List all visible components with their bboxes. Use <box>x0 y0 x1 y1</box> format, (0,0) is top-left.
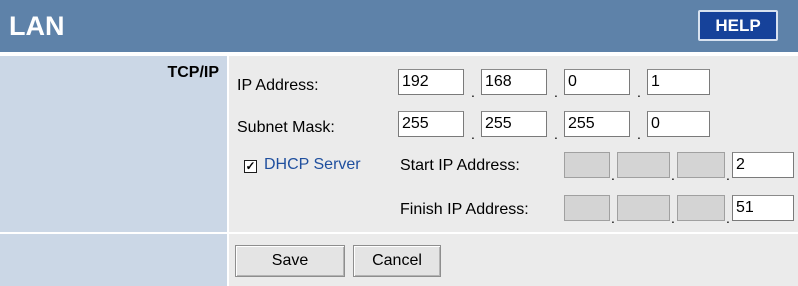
subnet-mask-octet-1[interactable]: 255 <box>398 111 464 137</box>
subnet-mask-label: Subnet Mask: <box>237 119 335 136</box>
page-title: LAN <box>9 11 65 41</box>
octet-separator: . <box>726 167 730 183</box>
subnet-mask-octet-4[interactable]: 0 <box>647 111 710 137</box>
finish-ip-octet-1[interactable] <box>564 195 610 221</box>
page-header: LAN HELP <box>0 0 798 54</box>
octet-separator: . <box>726 210 730 226</box>
finish-ip-label: Finish IP Address: <box>400 201 529 218</box>
start-ip-octet-3[interactable] <box>677 152 725 178</box>
section-label: TCP/IP <box>167 64 219 81</box>
ip-address-octet-1[interactable]: 192 <box>398 69 464 95</box>
ip-address-octet-2[interactable]: 168 <box>481 69 547 95</box>
octet-separator: . <box>637 126 641 142</box>
dhcp-server-checkbox[interactable]: ✓ <box>244 160 257 173</box>
dhcp-server-label: DHCP Server <box>264 156 361 173</box>
start-ip-octet-1[interactable] <box>564 152 610 178</box>
ip-address-octet-3[interactable]: 0 <box>564 69 630 95</box>
finish-ip-octet-3[interactable] <box>677 195 725 221</box>
octet-separator: . <box>611 167 615 183</box>
octet-separator: . <box>637 84 641 100</box>
buttons-label-cell <box>0 234 227 286</box>
ip-address-label: IP Address: <box>237 77 319 94</box>
section-label-cell <box>0 56 227 232</box>
start-ip-octet-2[interactable] <box>617 152 670 178</box>
save-button[interactable]: Save <box>235 245 345 277</box>
ip-address-octet-4[interactable]: 1 <box>647 69 710 95</box>
octet-separator: . <box>471 126 475 142</box>
octet-separator: . <box>611 210 615 226</box>
start-ip-label: Start IP Address: <box>400 157 520 174</box>
subnet-mask-octet-2[interactable]: 255 <box>481 111 547 137</box>
start-ip-octet-4[interactable]: 2 <box>732 152 794 178</box>
help-button[interactable]: HELP <box>698 10 778 41</box>
cancel-button[interactable]: Cancel <box>353 245 441 277</box>
octet-separator: . <box>554 84 558 100</box>
finish-ip-octet-4[interactable]: 51 <box>732 195 794 221</box>
octet-separator: . <box>671 167 675 183</box>
octet-separator: . <box>471 84 475 100</box>
octet-separator: . <box>671 210 675 226</box>
finish-ip-octet-2[interactable] <box>617 195 670 221</box>
octet-separator: . <box>554 126 558 142</box>
subnet-mask-octet-3[interactable]: 255 <box>564 111 630 137</box>
